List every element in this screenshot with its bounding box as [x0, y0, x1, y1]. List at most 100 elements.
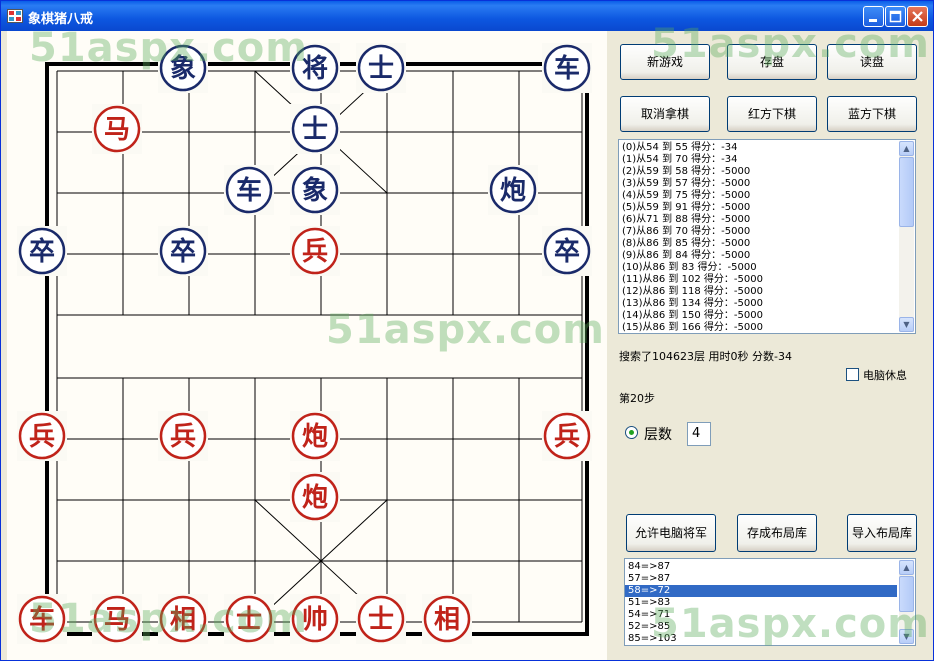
piece-label: 士 [368, 54, 394, 84]
chess-piece[interactable]: 卒 [17, 226, 67, 276]
list-item[interactable]: (6)从71 到 88 得分：-5000 [619, 214, 894, 226]
list-item[interactable]: (9)从86 到 84 得分：-5000 [619, 250, 894, 262]
list-item[interactable]: (12)从86 到 118 得分：-5000 [619, 286, 894, 298]
chess-piece[interactable]: 相 [422, 594, 472, 644]
piece-label: 车 [29, 604, 55, 635]
chess-board[interactable]: 象将士车马 士车象炮卒卒兵卒兵兵炮兵炮车马相士帅士相 [7, 31, 607, 660]
list-item[interactable]: (15)从86 到 166 得分：-5000 [619, 322, 894, 333]
list-item[interactable]: (7)从86 到 70 得分：-5000 [619, 226, 894, 238]
piece-label: 炮 [302, 421, 328, 452]
list-item[interactable]: (10)从86 到 83 得分：-5000 [619, 262, 894, 274]
computer-rest-label: 电脑休息 [863, 369, 907, 382]
list-item[interactable]: (8)从86 到 85 得分：-5000 [619, 238, 894, 250]
new-game-button[interactable]: 新游戏 [620, 44, 710, 80]
close-button[interactable] [907, 6, 928, 27]
piece-label: 士 [236, 605, 262, 635]
load-button[interactable]: 读盘 [827, 44, 917, 80]
list-item[interactable]: 52=>85 [625, 621, 897, 633]
moves-list[interactable]: 84=>87 57=>87 58=>72 51=>83 54=>71 52=>85 85=>… [624, 558, 916, 646]
piece-label: 士 [368, 605, 394, 635]
piece-label: 将 [302, 54, 328, 84]
piece-label: 卒 [170, 236, 196, 267]
chess-piece[interactable]: 士 [224, 594, 274, 644]
scroll-up-icon[interactable]: ▲ [899, 141, 914, 156]
search-results-rows: (0)从54 到 55 得分：-34 (1)从54 到 70 得分：-34 (2)从… [619, 140, 915, 333]
scroll-up-icon[interactable]: ▲ [899, 560, 914, 575]
list-item[interactable]: (5)从59 到 91 得分：-5000 [619, 202, 894, 214]
search-results-list[interactable]: (0)从54 到 55 得分：-34 (1)从54 到 70 得分：-34 (2)从… [618, 139, 916, 334]
list-item[interactable]: (0)从54 到 55 得分：-34 [619, 142, 894, 154]
import-layout-button[interactable]: 导入布局库 [847, 514, 917, 552]
piece-label: 马 [104, 115, 130, 145]
scroll-thumb[interactable] [899, 157, 914, 227]
list-item[interactable]: 58=>72 [625, 585, 897, 597]
chess-piece[interactable]: 帅 [290, 594, 340, 644]
chess-piece[interactable]: 马 [92, 104, 142, 154]
scroll-down-icon[interactable]: ▼ [899, 629, 914, 644]
close-icon [912, 11, 923, 22]
chess-piece[interactable]: 车 [17, 594, 67, 644]
chess-piece[interactable]: 马 [92, 594, 142, 644]
chess-piece[interactable]: 兵 [158, 411, 208, 461]
undo-button[interactable]: 取消拿棋 [620, 96, 710, 132]
chess-piece[interactable]: 炮 [290, 472, 340, 522]
list-item[interactable]: (3)从59 到 57 得分：-5000 [619, 178, 894, 190]
chess-piece[interactable]: 卒 [542, 226, 592, 276]
piece-label: 兵 [170, 422, 196, 452]
chess-piece[interactable]: 士 [356, 594, 406, 644]
chess-piece[interactable]: 象 [158, 43, 208, 93]
red-move-button[interactable]: 红方下棋 [727, 96, 817, 132]
list-item[interactable]: (2)从59 到 58 得分：-5000 [619, 166, 894, 178]
app-window: 象棋猪八戒 象将士车马士车象炮卒卒兵卒兵兵炮兵炮车马相士帅士相 新游戏 存盘 读… [0, 0, 934, 661]
piece-label: 兵 [29, 422, 55, 452]
moves-list-scrollbar[interactable]: ▲ ▼ [899, 560, 914, 644]
list-item[interactable]: (13)从86 到 134 得分：-5000 [619, 298, 894, 310]
chess-piece[interactable]: 炮 [488, 165, 538, 215]
piece-label: 马 [104, 605, 130, 635]
chess-piece[interactable]: 兵 [290, 226, 340, 276]
list-item[interactable]: 57=>87 [625, 573, 897, 585]
scroll-down-icon[interactable]: ▼ [899, 317, 914, 332]
maximize-button[interactable] [885, 6, 906, 27]
list-item[interactable]: 84=>87 [625, 561, 897, 573]
list-item[interactable]: (11)从86 到 102 得分：-5000 [619, 274, 894, 286]
piece-label: 车 [236, 175, 262, 206]
board-area: 象将士车马士车象炮卒卒兵卒兵兵炮兵炮车马相士帅士相 [7, 31, 607, 660]
minimize-icon [869, 19, 877, 22]
app-icon [7, 9, 23, 23]
save-layout-button[interactable]: 存成布局库 [737, 514, 817, 552]
chess-piece[interactable]: 车 [542, 43, 592, 93]
chess-piece[interactable]: 兵 [17, 411, 67, 461]
chess-piece[interactable]: 车 [224, 165, 274, 215]
computer-rest-checkbox[interactable] [846, 368, 859, 381]
piece-label: 相 [434, 605, 460, 635]
minimize-button[interactable] [863, 6, 884, 27]
list-item[interactable]: 54=>71 [625, 609, 897, 621]
depth-label: 层数 [644, 427, 672, 443]
list-item[interactable]: 51=>83 [625, 597, 897, 609]
blue-move-button[interactable]: 蓝方下棋 [827, 96, 917, 132]
list-item[interactable]: (1)从54 到 70 得分：-34 [619, 154, 894, 166]
list-item[interactable]: 85=>103 [625, 633, 897, 645]
chess-piece[interactable]: 兵 [542, 411, 592, 461]
chess-piece[interactable]: 相 [158, 594, 208, 644]
piece-label: 象 [170, 53, 196, 84]
chess-piece[interactable]: 士 [290, 104, 340, 154]
step-counter: 第20步 [619, 392, 655, 405]
chess-piece[interactable]: 士 [356, 43, 406, 93]
moves-rows: 84=>87 57=>87 58=>72 51=>83 54=>71 52=>85 85=>… [625, 559, 915, 645]
list-item[interactable]: (4)从59 到 75 得分：-5000 [619, 190, 894, 202]
save-button[interactable]: 存盘 [727, 44, 817, 80]
scroll-thumb[interactable] [899, 576, 914, 612]
piece-label: 相 [170, 605, 196, 635]
depth-radio[interactable] [625, 426, 638, 439]
piece-label: 兵 [554, 422, 580, 452]
chess-piece[interactable]: 将 [290, 43, 340, 93]
search-list-scrollbar[interactable]: ▲ ▼ [899, 141, 914, 332]
chess-piece[interactable]: 炮 [290, 411, 340, 461]
allow-check-button[interactable]: 允许电脑将军 [626, 514, 716, 552]
chess-piece[interactable]: 象 [290, 165, 340, 215]
list-item[interactable]: (14)从86 到 150 得分：-5000 [619, 310, 894, 322]
chess-piece[interactable]: 卒 [158, 226, 208, 276]
depth-input[interactable]: 4 [687, 422, 711, 446]
